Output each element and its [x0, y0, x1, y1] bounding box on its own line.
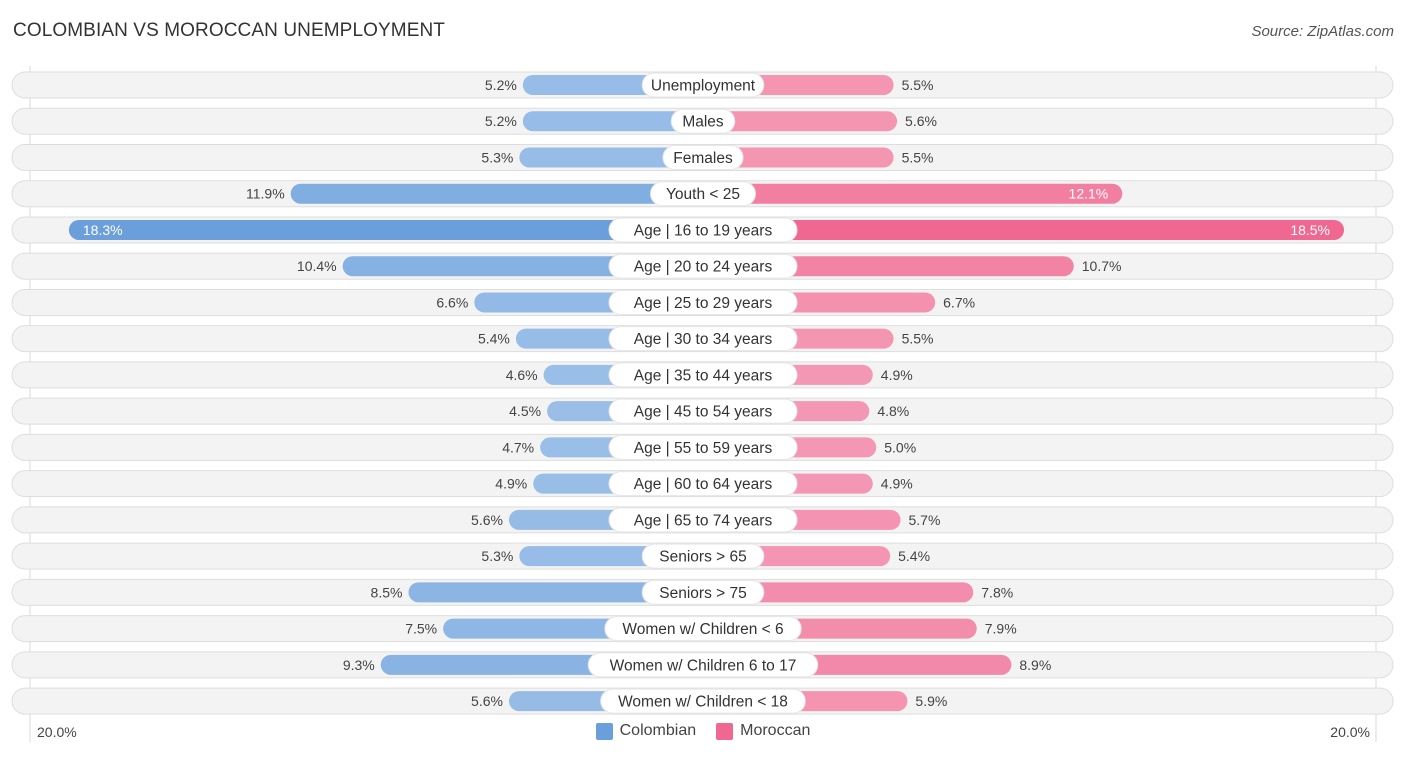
legend-swatch-moroccan	[716, 722, 734, 740]
category-label: Age | 65 to 74 years	[634, 512, 773, 529]
row-12[interactable]: 5.6% 5.7% Age | 65 to 74 years	[11, 506, 1394, 534]
value-label-colombian: 11.9%	[246, 186, 285, 202]
row-11[interactable]: 4.9% 4.9% Age | 60 to 64 years	[11, 470, 1394, 498]
value-label-colombian: 4.9%	[495, 476, 527, 492]
value-label-moroccan: 5.9%	[915, 693, 947, 709]
row-15[interactable]: 7.5% 7.9% Women w/ Children < 6	[11, 615, 1394, 643]
category-label: Age | 16 to 19 years	[634, 222, 773, 239]
row-8[interactable]: 4.6% 4.9% Age | 35 to 44 years	[11, 361, 1394, 389]
row-17[interactable]: 5.6% 5.9% Women w/ Children < 18	[11, 687, 1394, 715]
value-label-colombian: 8.5%	[371, 584, 403, 600]
value-label-moroccan: 5.6%	[905, 113, 937, 129]
value-label-moroccan: 4.9%	[881, 476, 913, 492]
row-6[interactable]: 6.6% 6.7% Age | 25 to 29 years	[11, 288, 1394, 316]
category-label: Age | 60 to 64 years	[634, 476, 773, 493]
category-label: Age | 35 to 44 years	[634, 367, 773, 384]
value-label-moroccan: 6.7%	[943, 294, 975, 310]
value-label-colombian: 5.2%	[485, 77, 517, 93]
value-label-colombian: 4.5%	[509, 403, 541, 419]
category-label: Women w/ Children 6 to 17	[610, 657, 797, 674]
value-label-colombian: 4.7%	[502, 439, 534, 455]
row-16[interactable]: 9.3% 8.9% Women w/ Children 6 to 17	[11, 651, 1394, 679]
value-label-colombian: 6.6%	[436, 294, 468, 310]
value-label-moroccan: 5.5%	[902, 331, 934, 347]
row-5[interactable]: 10.4% 10.7% Age | 20 to 24 years	[11, 252, 1394, 280]
value-label-moroccan: 8.9%	[1019, 657, 1051, 673]
category-label: Age | 55 to 59 years	[634, 440, 773, 457]
category-label: Seniors > 65	[659, 549, 746, 566]
bar-colombian	[290, 183, 713, 204]
category-label: Age | 20 to 24 years	[634, 259, 773, 276]
category-label: Women w/ Children < 18	[618, 694, 788, 711]
legend-swatch-colombian	[595, 722, 613, 740]
legend-item-moroccan[interactable]: Moroccan	[716, 722, 810, 740]
legend: Colombian Moroccan	[0, 722, 1406, 740]
row-14[interactable]: 8.5% 7.8% Seniors > 75	[11, 578, 1394, 606]
legend-label-moroccan: Moroccan	[740, 722, 811, 739]
category-label: Females	[673, 150, 733, 167]
chart-canvas: 5.2% 5.5% Unemployment 5.2% 5.6% Males 5.3% 5.5…	[11, 66, 1394, 742]
value-label-moroccan: 5.5%	[902, 77, 934, 93]
row-1[interactable]: 5.2% 5.6% Males	[11, 107, 1394, 135]
row-0[interactable]: 5.2% 5.5% Unemployment	[11, 71, 1394, 99]
value-label-moroccan: 7.9%	[985, 621, 1017, 637]
value-label-colombian: 4.6%	[506, 367, 538, 383]
value-label-colombian: 5.4%	[478, 331, 510, 347]
row-13[interactable]: 5.3% 5.4% Seniors > 65	[11, 542, 1394, 570]
value-label-colombian: 5.6%	[471, 693, 503, 709]
legend-item-colombian[interactable]: Colombian	[595, 722, 697, 740]
value-label-moroccan: 5.0%	[884, 439, 916, 455]
value-label-colombian: 7.5%	[405, 621, 437, 637]
value-label-moroccan: 10.7%	[1082, 258, 1122, 274]
row-10[interactable]: 4.7% 5.0% Age | 55 to 59 years	[11, 433, 1394, 461]
value-label-colombian: 5.3%	[481, 149, 513, 165]
value-label-colombian: 10.4%	[297, 258, 337, 274]
row-3[interactable]: 11.9% 12.1% Youth < 25	[11, 180, 1394, 208]
value-label-moroccan: 4.8%	[877, 403, 909, 419]
category-label: Age | 45 to 54 years	[634, 404, 773, 421]
category-label: Youth < 25	[666, 186, 740, 203]
legend-label-colombian: Colombian	[619, 722, 697, 739]
category-label: Age | 30 to 34 years	[634, 331, 773, 348]
category-label: Males	[682, 114, 724, 131]
value-label-moroccan: 5.5%	[902, 149, 934, 165]
value-label-colombian: 5.2%	[485, 113, 517, 129]
category-label: Women w/ Children < 6	[622, 621, 783, 638]
row-2[interactable]: 5.3% 5.5% Females	[11, 143, 1394, 171]
value-label-colombian: 18.3%	[83, 222, 123, 238]
value-label-moroccan: 18.5%	[1290, 222, 1330, 238]
value-label-moroccan: 4.9%	[881, 367, 913, 383]
category-label: Unemployment	[651, 78, 756, 95]
value-label-colombian: 5.3%	[481, 548, 513, 564]
value-label-moroccan: 12.1%	[1069, 186, 1109, 202]
row-9[interactable]: 4.5% 4.8% Age | 45 to 54 years	[11, 397, 1394, 425]
category-label: Age | 25 to 29 years	[634, 295, 773, 312]
row-4[interactable]: 18.3% 18.5% Age | 16 to 19 years	[11, 216, 1394, 244]
value-label-moroccan: 5.4%	[898, 548, 930, 564]
row-7[interactable]: 5.4% 5.5% Age | 30 to 34 years	[11, 325, 1394, 353]
bar-moroccan	[693, 183, 1123, 204]
value-label-colombian: 5.6%	[471, 512, 503, 528]
category-label: Seniors > 75	[659, 585, 746, 602]
value-label-moroccan: 5.7%	[909, 512, 941, 528]
value-label-colombian: 9.3%	[343, 657, 375, 673]
value-label-moroccan: 7.8%	[981, 584, 1013, 600]
